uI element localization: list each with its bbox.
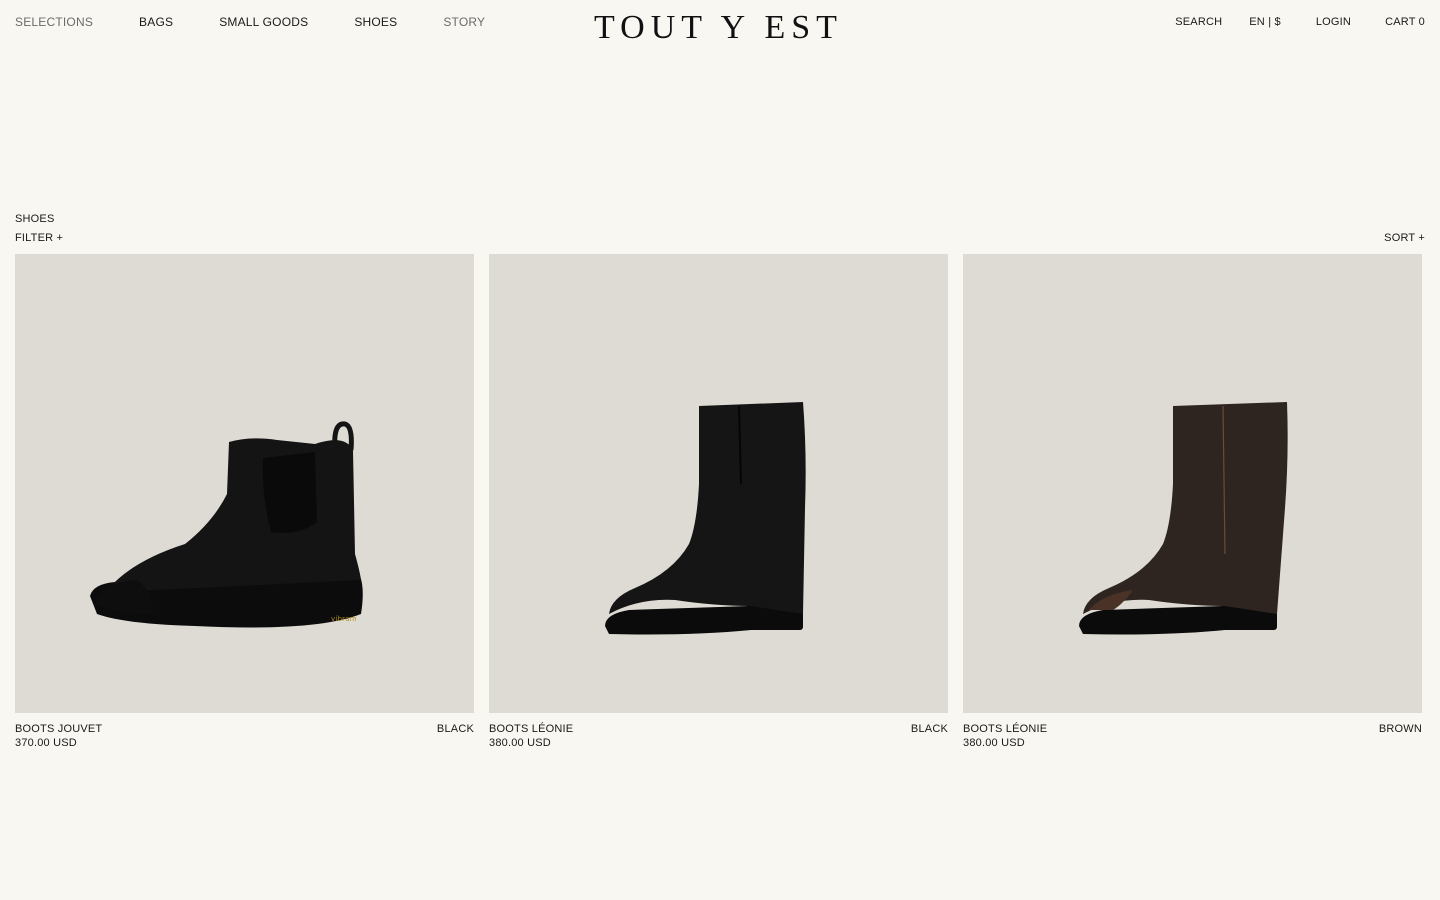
product-name[interactable]: BOOTS JOUVET [15, 722, 102, 736]
product-meta: BOOTS LÉONIE 380.00 USD BLACK [489, 722, 948, 750]
product-meta: BOOTS JOUVET 370.00 USD BLACK [15, 722, 474, 750]
nav-shoes[interactable]: SHOES [354, 15, 397, 29]
login-link[interactable]: LOGIN [1316, 15, 1351, 29]
page-title: SHOES [15, 213, 55, 225]
search-link[interactable]: SEARCH [1175, 15, 1222, 29]
product-color: BROWN [1378, 723, 1422, 735]
product-price: 380.00 USD [489, 737, 551, 749]
product-color: BLACK [436, 723, 474, 735]
nav-bags[interactable]: BAGS [139, 15, 173, 29]
nav-story[interactable]: STORY [443, 15, 485, 29]
filter-toggle[interactable]: FILTER + [15, 232, 63, 244]
brand-logo[interactable]: TOUT Y EST [594, 10, 846, 46]
product-meta: BOOTS LÉONIE 380.00 USD BROWN [963, 722, 1422, 750]
utility-nav: SEARCH EN | $ LOGIN CART 0 [1148, 15, 1425, 29]
product-color: BLACK [910, 723, 948, 735]
main-nav: SELECTIONS BAGS SMALL GOODS SHOES STORY [15, 15, 531, 29]
product-image[interactable] [963, 254, 1422, 713]
product-price: 380.00 USD [963, 737, 1025, 749]
product-card[interactable]: BOOTS LÉONIE 380.00 USD BROWN [963, 254, 1422, 750]
product-name[interactable]: BOOTS LÉONIE [963, 722, 1047, 736]
svg-text:vibram: vibram [331, 615, 357, 623]
sort-toggle[interactable]: SORT + [1384, 232, 1425, 244]
product-name[interactable]: BOOTS LÉONIE [489, 722, 573, 736]
nav-selections[interactable]: SELECTIONS [15, 15, 93, 29]
product-image[interactable] [489, 254, 948, 713]
nav-small-goods[interactable]: SMALL GOODS [219, 15, 308, 29]
product-image[interactable]: vibram [15, 254, 474, 713]
product-grid: vibram BOOTS JOUVET 370.00 USD BLACK BOO… [15, 254, 1425, 750]
pull-on-boot-icon [1079, 402, 1288, 635]
cart-link[interactable]: CART 0 [1385, 15, 1425, 29]
product-card[interactable]: vibram BOOTS JOUVET 370.00 USD BLACK [15, 254, 474, 750]
pull-on-boot-icon [605, 402, 806, 635]
chelsea-boot-icon: vibram [90, 421, 363, 628]
product-price: 370.00 USD [15, 737, 77, 749]
product-card[interactable]: BOOTS LÉONIE 380.00 USD BLACK [489, 254, 948, 750]
locale-switcher[interactable]: EN | $ [1249, 15, 1281, 29]
